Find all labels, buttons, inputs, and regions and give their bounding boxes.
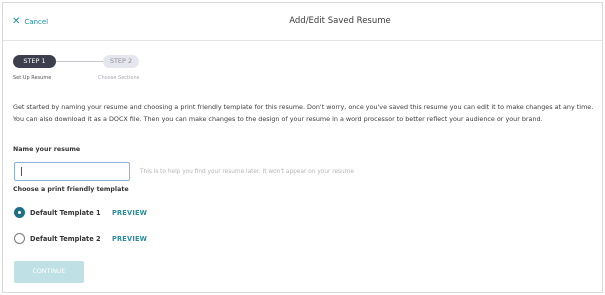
template-section-label: Choose a print friendly template [13, 186, 129, 193]
template-option-2[interactable]: Default Template 2 PREVIEW [14, 233, 147, 244]
modal-frame: ✕ Cancel Add/Edit Saved Resume STEP 1 ST… [2, 2, 603, 293]
template-2-preview-link[interactable]: PREVIEW [112, 235, 147, 243]
step-1-subtitle: Set Up Resume [13, 75, 52, 81]
intro-text: Get started by naming your resume and ch… [13, 103, 594, 123]
resume-name-input[interactable] [14, 162, 130, 181]
step-1-pill[interactable]: STEP 1 [13, 55, 56, 68]
radio-unchecked-icon[interactable] [14, 233, 25, 244]
text-cursor [21, 167, 22, 176]
template-option-1[interactable]: Default Template 1 PREVIEW [14, 207, 147, 218]
template-option-2-name: Default Template 2 [30, 234, 101, 243]
step-2-subtitle: Choose Sections [98, 75, 140, 81]
template-option-1-name: Default Template 1 [30, 208, 101, 217]
resume-name-hint: This is to help you find your resume lat… [140, 169, 354, 175]
continue-button[interactable]: CONTINUE [14, 261, 84, 283]
radio-checked-icon[interactable] [14, 207, 25, 218]
step-connector [56, 61, 103, 62]
page-title: Add/Edit Saved Resume [289, 16, 391, 26]
modal-header: ✕ Cancel Add/Edit Saved Resume [3, 3, 602, 41]
stepper: STEP 1 STEP 2 Set Up Resume Choose Secti… [3, 55, 602, 85]
resume-name-label: Name your resume [13, 146, 81, 153]
template-1-preview-link[interactable]: PREVIEW [112, 209, 147, 217]
step-2-pill[interactable]: STEP 2 [103, 55, 139, 68]
